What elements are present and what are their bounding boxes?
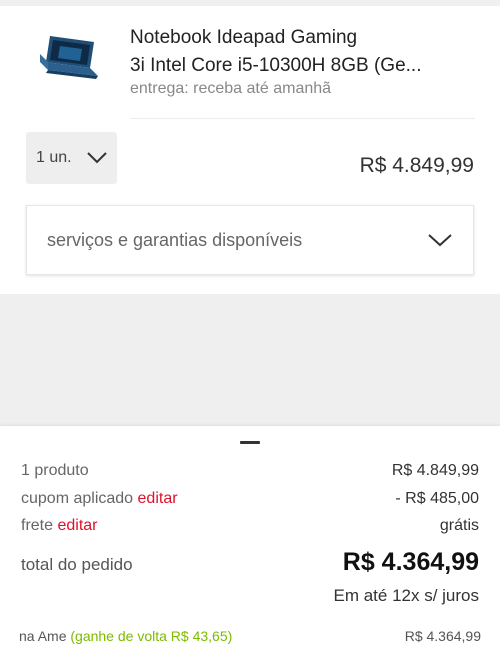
cart-item-card: Notebook Ideapad Gaming 3i Intel Core i5… [0, 6, 500, 294]
empty-area [0, 294, 500, 426]
item-price: R$ 4.849,99 [359, 154, 474, 177]
product-title[interactable]: Notebook Ideapad Gaming 3i Intel Core i5… [130, 24, 475, 80]
shipping-value: grátis [439, 517, 479, 534]
drag-handle[interactable] [240, 441, 260, 444]
coupon-label-group: cupom aplicado editar [21, 490, 178, 508]
summary-products-row: 1 produto R$ 4.849,99 [21, 462, 479, 480]
ame-label-group: na Ame (ganhe de volta R$ 43,65) [19, 628, 232, 644]
edit-coupon-link[interactable]: editar [138, 490, 178, 507]
coupon-label: cupom aplicado [21, 490, 134, 507]
services-label: serviços e garantias disponíveis [47, 229, 303, 250]
products-label: 1 produto [21, 462, 89, 479]
installments-info: Em até 12x s/ juros [333, 586, 479, 605]
chevron-down-icon [86, 152, 107, 164]
total-value: R$ 4.364,99 [342, 548, 479, 576]
quantity-value: 1 un. [36, 149, 72, 166]
total-label: total do pedido [21, 555, 133, 574]
divider [130, 118, 475, 119]
quantity-select[interactable]: 1 un. [26, 132, 117, 184]
coupon-discount-value: - R$ 485,00 [395, 490, 479, 507]
ame-payment-row: na Ame (ganhe de volta R$ 43,65) R$ 4.36… [19, 628, 481, 644]
ame-value: R$ 4.364,99 [404, 628, 481, 644]
products-value: R$ 4.849,99 [391, 462, 479, 479]
laptop-icon [40, 36, 98, 79]
ame-prefix: na Ame [19, 628, 67, 644]
product-title-line-2: 3i Intel Core i5-10300H 8GB (Ge... [130, 55, 422, 76]
summary-shipping-row: frete editar grátis [21, 517, 479, 535]
summary-coupon-row: cupom aplicado editar - R$ 485,00 [21, 490, 479, 508]
shipping-label: frete [21, 517, 54, 534]
services-warranty-dropdown[interactable]: serviços e garantias disponíveis [26, 205, 474, 275]
ame-cashback: (ganhe de volta R$ 43,65) [70, 628, 233, 644]
delivery-info: entrega: receba até amanhã [130, 80, 332, 97]
product-title-line-1: Notebook Ideapad Gaming [130, 27, 358, 48]
summary-total-row: total do pedido R$ 4.364,99 [21, 548, 479, 577]
chevron-down-icon [428, 234, 452, 247]
shipping-label-group: frete editar [21, 517, 98, 535]
order-summary-panel: 1 produto R$ 4.849,99 cupom aplicado edi… [0, 426, 500, 657]
product-image[interactable] [38, 32, 104, 88]
edit-shipping-link[interactable]: editar [57, 517, 97, 534]
